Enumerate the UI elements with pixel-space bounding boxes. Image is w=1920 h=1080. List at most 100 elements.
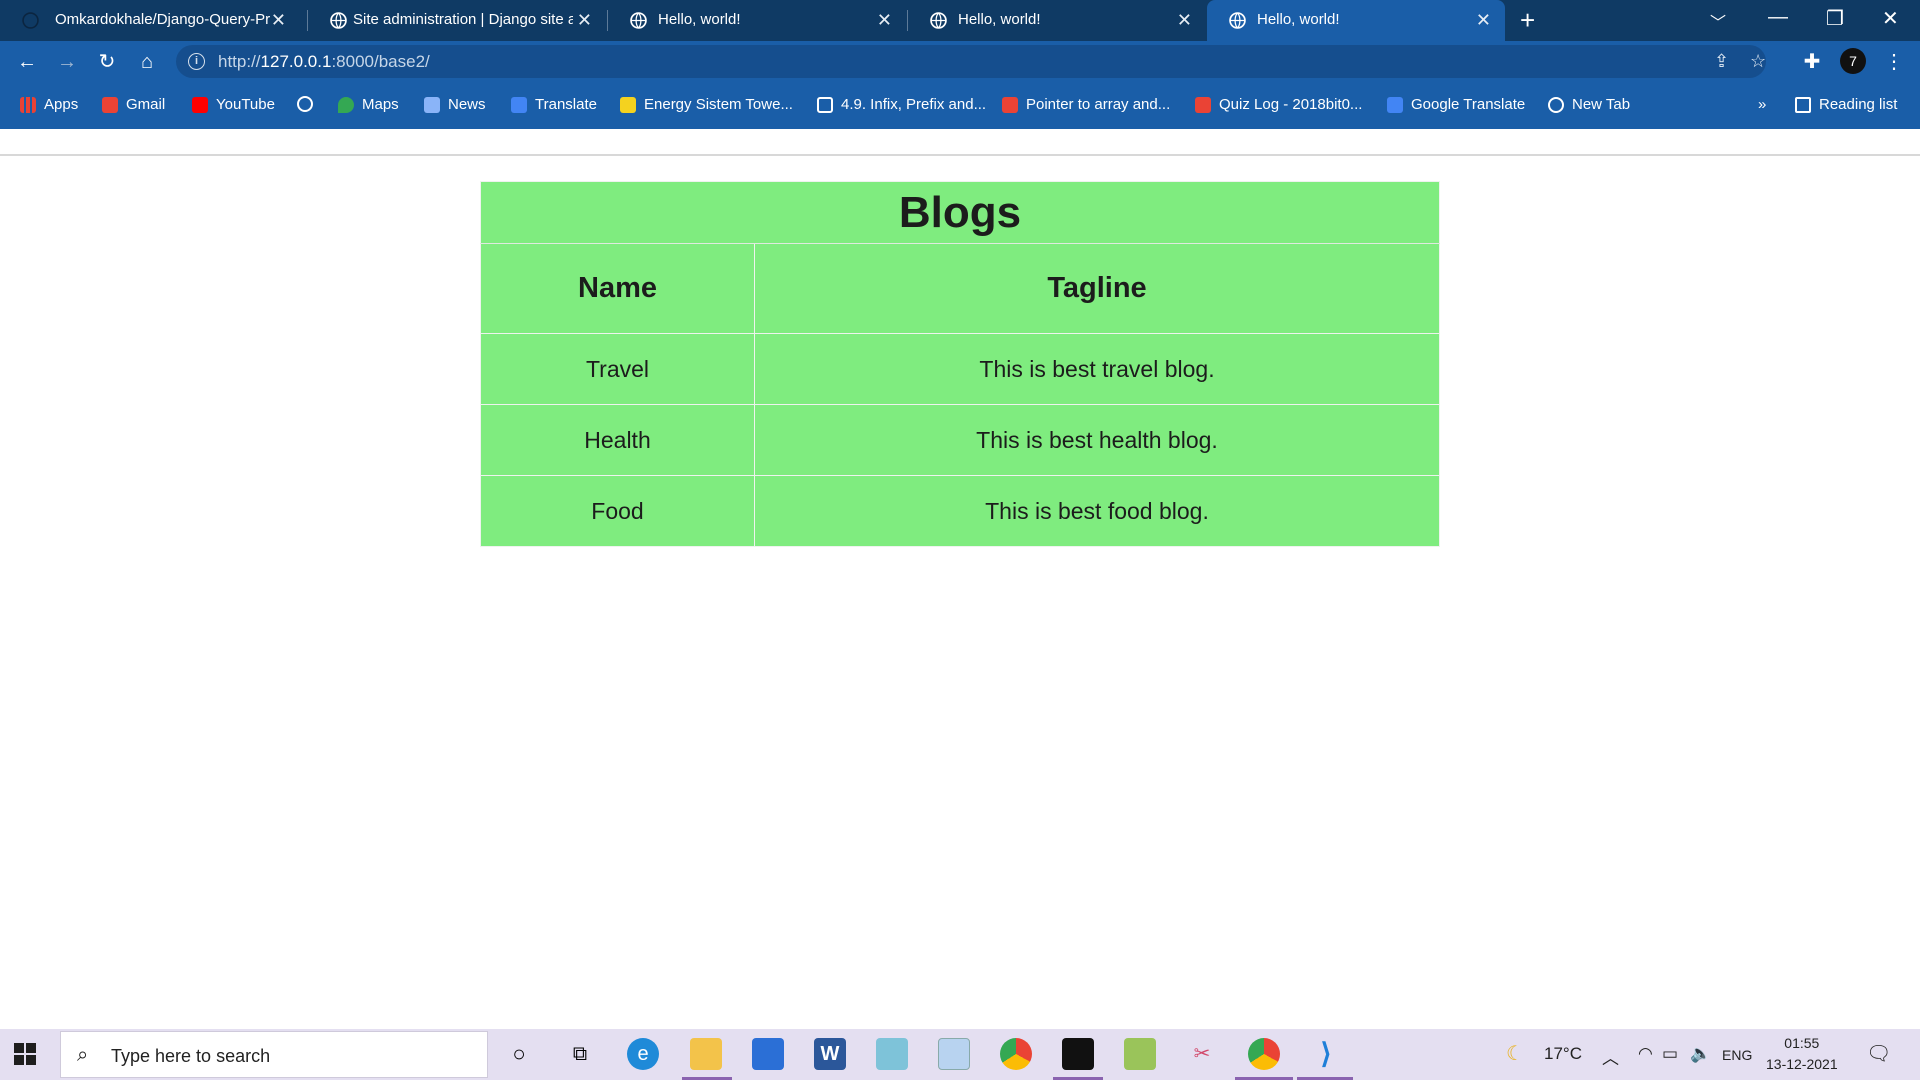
microsoft-store-icon[interactable] xyxy=(752,1038,784,1070)
avatar[interactable]: 7 xyxy=(1840,48,1866,74)
search-icon: ⌕ xyxy=(77,1044,89,1066)
bookmark-energy[interactable]: Energy Sistem Towe... xyxy=(620,96,793,113)
tab-title: Site administration | Django site a xyxy=(353,11,573,28)
clock-time: 01:55 xyxy=(1784,1035,1820,1051)
close-icon[interactable]: ✕ xyxy=(1476,9,1491,31)
bookmark-google-translate[interactable]: Google Translate xyxy=(1387,96,1525,113)
browser-toolbar: ← → ↻ ⌂ i http://127.0.0.1:8000/base2/ ⇪… xyxy=(0,41,1920,82)
search-placeholder: Type here to search xyxy=(111,1046,271,1066)
horizontal-rule xyxy=(0,154,1920,156)
bookmark-infix[interactable]: 4.9. Infix, Prefix and... xyxy=(817,96,986,113)
photos-icon[interactable] xyxy=(938,1038,970,1070)
menu-icon[interactable]: ⋮ xyxy=(1880,48,1908,76)
column-header-tagline: Tagline xyxy=(754,243,1440,334)
globe-icon xyxy=(330,12,347,29)
notepad-icon[interactable] xyxy=(876,1038,908,1070)
bookmark-globe[interactable] xyxy=(297,96,321,112)
bookmarks-overflow-button[interactable]: » xyxy=(1758,96,1766,113)
github-icon xyxy=(22,12,39,29)
tab-search-icon[interactable]: ﹀ xyxy=(1710,9,1726,33)
close-icon[interactable]: ✕ xyxy=(877,9,892,31)
terminal-icon[interactable] xyxy=(1062,1038,1094,1070)
gmail-icon xyxy=(102,96,118,113)
battery-icon[interactable]: ▭ xyxy=(1662,1044,1678,1064)
chrome-icon[interactable] xyxy=(1000,1038,1032,1070)
url-text[interactable]: http://127.0.0.1:8000/base2/ xyxy=(218,52,430,72)
task-view-icon[interactable]: ⧉ xyxy=(564,1038,596,1070)
restore-button[interactable]: ❐ xyxy=(1826,6,1844,31)
blog-name: Travel xyxy=(480,333,755,405)
blog-name: Food xyxy=(480,475,755,547)
blog-name: Health xyxy=(480,404,755,476)
extensions-icon[interactable]: ✚ xyxy=(1798,48,1826,76)
paint-icon[interactable] xyxy=(1124,1038,1156,1070)
tab-github[interactable]: Omkardokhale/Django-Query-Pr ✕ xyxy=(0,0,300,41)
blog-tagline: This is best travel blog. xyxy=(754,333,1440,405)
star-icon[interactable]: ☆ xyxy=(1750,51,1766,72)
blogs-table: Blogs Name Tagline Travel This is best t… xyxy=(480,181,1440,547)
bookmark-quiz-log[interactable]: Quiz Log - 2018bit0... xyxy=(1195,96,1362,113)
weather-icon[interactable]: ☾ xyxy=(1506,1041,1524,1066)
bookmark-youtube[interactable]: YouTube xyxy=(192,96,275,113)
bookmark-news[interactable]: News xyxy=(424,96,486,113)
language-indicator[interactable]: ENG xyxy=(1722,1047,1752,1063)
clock-date: 13-12-2021 xyxy=(1766,1056,1838,1072)
bookmark-gmail[interactable]: Gmail xyxy=(102,96,165,113)
close-icon[interactable]: ✕ xyxy=(271,9,286,31)
bookmark-maps[interactable]: Maps xyxy=(338,96,399,113)
file-explorer-icon[interactable] xyxy=(690,1038,722,1070)
info-icon[interactable]: i xyxy=(188,53,205,70)
bookmark-new-tab[interactable]: New Tab xyxy=(1548,96,1630,113)
tab-hello-active[interactable]: Hello, world! ✕ xyxy=(1207,0,1505,41)
globe-icon xyxy=(1548,96,1564,113)
forward-button[interactable]: → xyxy=(53,48,81,76)
reload-button[interactable]: ↻ xyxy=(93,48,121,76)
tab-django-admin[interactable]: Site administration | Django site a ✕ xyxy=(308,0,606,41)
share-icon[interactable]: ⇪ xyxy=(1714,51,1729,72)
globe-icon xyxy=(297,96,313,112)
tab-strip: Omkardokhale/Django-Query-Pr ✕ Site admi… xyxy=(0,0,1920,41)
tab-title: Hello, world! xyxy=(958,11,1041,28)
weather-temperature[interactable]: 17°C xyxy=(1544,1044,1582,1064)
windows-taskbar: ⌕ Type here to search ○ ⧉ e W ✂ ⟩ ☾ 17°C… xyxy=(0,1029,1920,1080)
bookmark-translate[interactable]: Translate xyxy=(511,96,597,113)
windows-start-icon[interactable] xyxy=(14,1043,36,1065)
snipping-tool-icon[interactable]: ✂ xyxy=(1186,1038,1218,1070)
word-icon[interactable]: W xyxy=(814,1038,846,1070)
table-row: Health This is best health blog. xyxy=(480,404,1440,476)
reading-list-button[interactable]: Reading list xyxy=(1795,96,1897,113)
volume-icon[interactable]: 🔈 xyxy=(1690,1044,1711,1064)
bookmark-pointer[interactable]: Pointer to array and... xyxy=(1002,96,1170,113)
minimize-button[interactable]: — xyxy=(1768,6,1788,29)
bookmark-apps[interactable]: Apps xyxy=(20,96,78,113)
system-clock[interactable]: 01:55 13-12-2021 xyxy=(1766,1033,1838,1075)
table-row: Food This is best food blog. xyxy=(480,475,1440,547)
globe-icon xyxy=(1229,12,1246,29)
globe-icon xyxy=(630,12,647,29)
youtube-icon xyxy=(192,96,208,113)
close-icon[interactable]: ✕ xyxy=(1177,9,1192,31)
table-title: Blogs xyxy=(480,181,1440,244)
home-button[interactable]: ⌂ xyxy=(133,48,161,76)
vscode-icon[interactable]: ⟩ xyxy=(1310,1038,1342,1070)
taskbar-search-box[interactable]: ⌕ Type here to search xyxy=(60,1031,488,1078)
edge-icon[interactable]: e xyxy=(627,1038,659,1070)
chevron-up-icon[interactable]: ︿ xyxy=(1602,1044,1619,1069)
blog-tagline: This is best food blog. xyxy=(754,475,1440,547)
close-window-button[interactable]: ✕ xyxy=(1882,6,1899,31)
tab-hello-2[interactable]: Hello, world! ✕ xyxy=(908,0,1206,41)
gmail-icon xyxy=(1002,96,1018,113)
notifications-icon[interactable]: 🗨 xyxy=(1866,1041,1891,1066)
new-tab-button[interactable]: + xyxy=(1520,6,1535,34)
tab-hello-1[interactable]: Hello, world! ✕ xyxy=(608,0,906,41)
wifi-icon[interactable]: ◠ xyxy=(1638,1044,1653,1064)
tab-title: Omkardokhale/Django-Query-Pr xyxy=(55,11,270,28)
cortana-icon[interactable]: ○ xyxy=(503,1038,535,1070)
back-button[interactable]: ← xyxy=(13,48,41,76)
close-icon[interactable]: ✕ xyxy=(577,9,592,31)
gmail-icon xyxy=(1195,96,1211,113)
chrome-profile-icon[interactable] xyxy=(1248,1038,1280,1070)
energy-icon xyxy=(620,96,636,113)
address-bar[interactable]: i http://127.0.0.1:8000/base2/ ⇪ ☆ xyxy=(176,45,1766,78)
bookmarks-bar: Apps Gmail YouTube Maps News Translate E… xyxy=(0,82,1920,129)
